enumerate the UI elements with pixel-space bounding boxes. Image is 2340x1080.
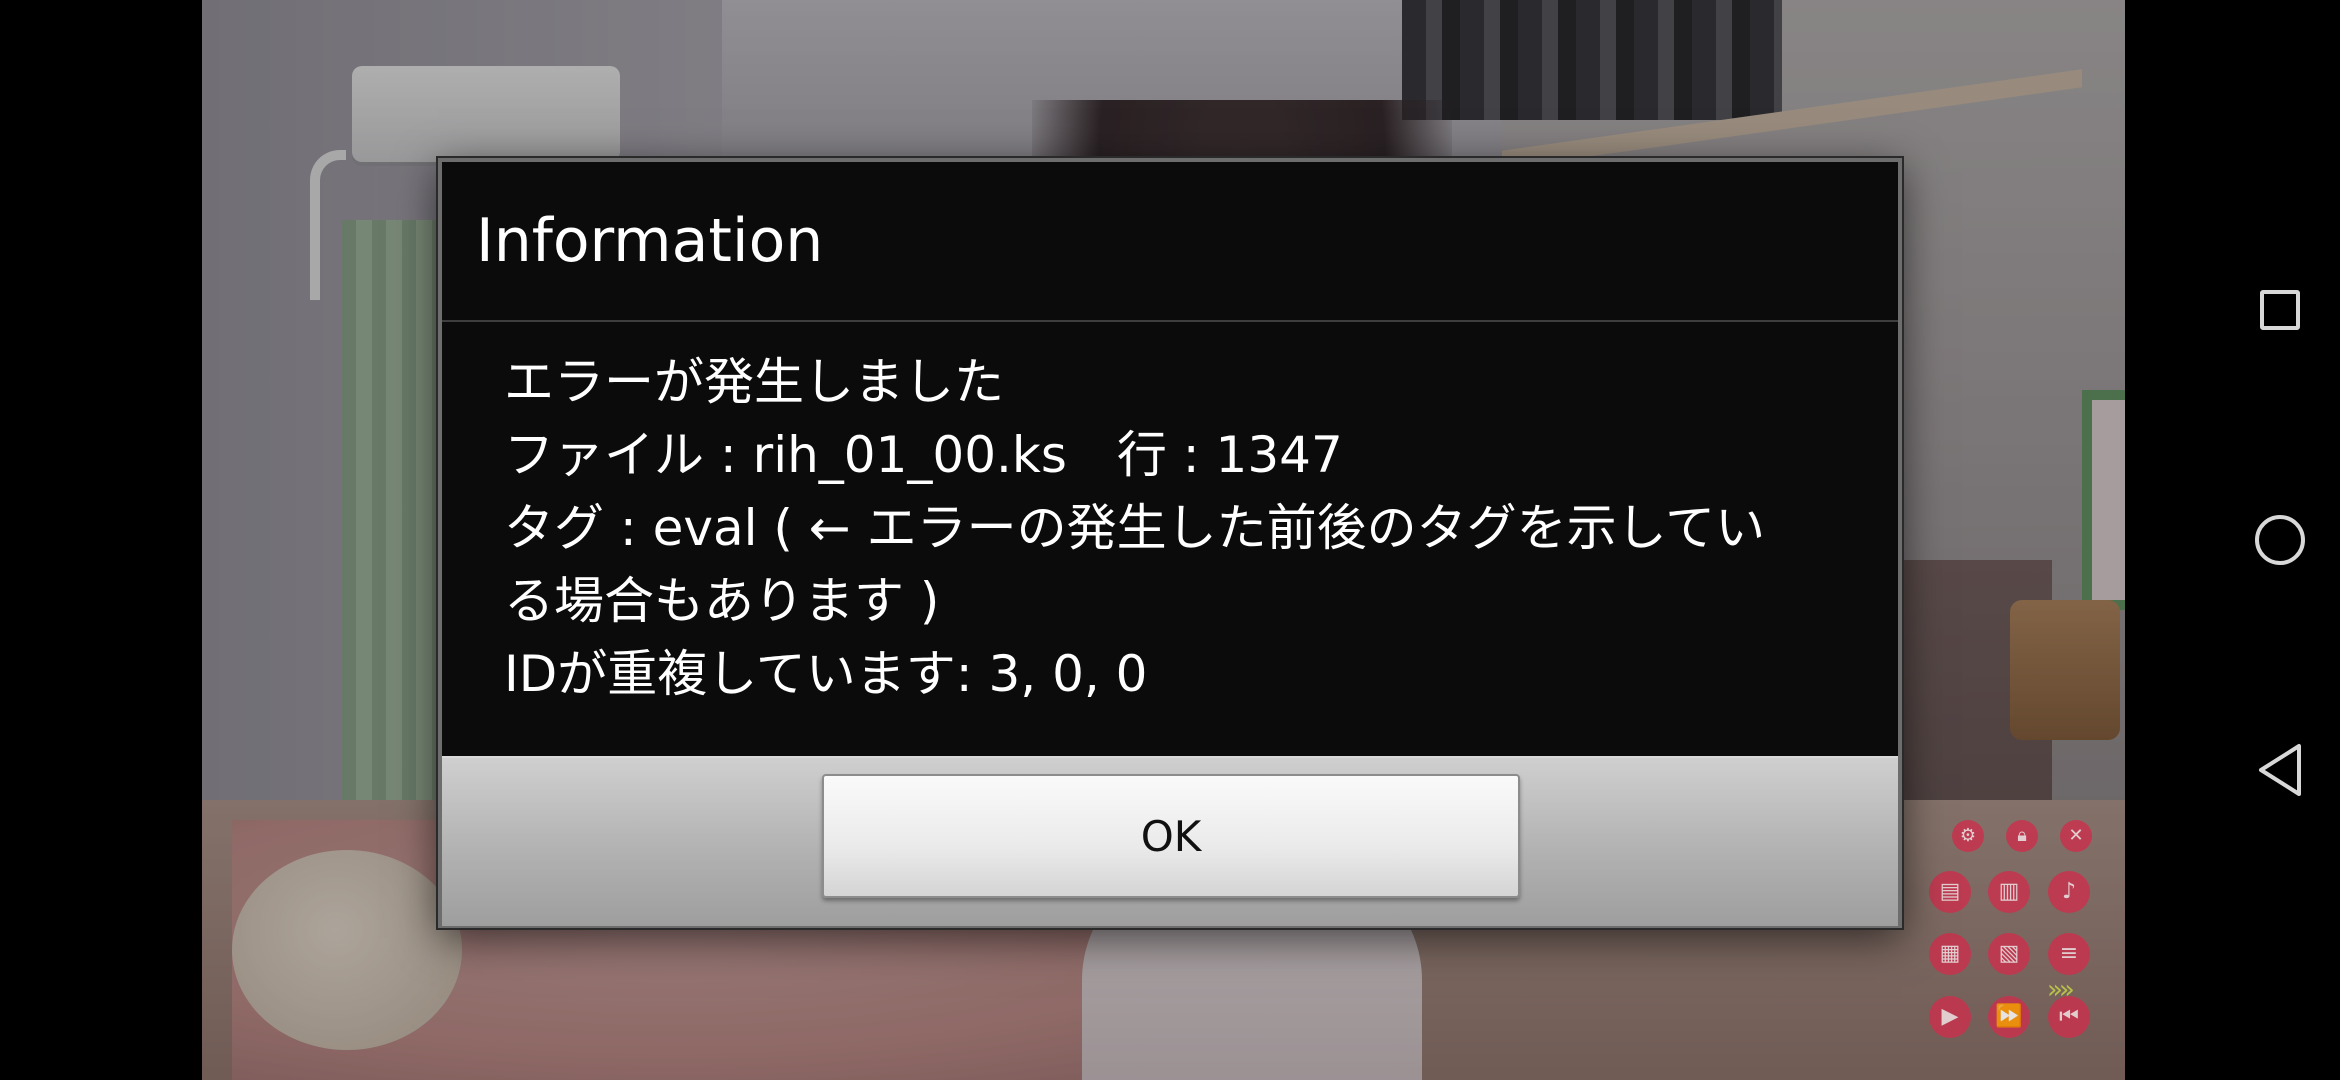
home-icon bbox=[2255, 515, 2305, 565]
skip-icon[interactable]: ⏩ bbox=[1988, 996, 2030, 1038]
error-dialog: Information エラーが発生しました ファイル : rih_01_00.… bbox=[438, 158, 1902, 928]
save-icon[interactable]: ▤ bbox=[1929, 871, 1971, 913]
auto-icon[interactable]: ▶ bbox=[1929, 996, 1971, 1038]
load-icon[interactable]: ▥ bbox=[1988, 871, 2030, 913]
log-icon[interactable]: ≡ bbox=[2048, 933, 2090, 975]
dialog-button-bar: OK bbox=[442, 756, 1898, 926]
back-icon[interactable]: ⏮ bbox=[2048, 996, 2090, 1038]
dialog-message: エラーが発生しました ファイル : rih_01_00.ks 行 : 1347 … bbox=[504, 346, 1834, 711]
message-line: る場合もあります ) bbox=[504, 572, 940, 630]
nav-back-button[interactable] bbox=[2250, 740, 2310, 800]
quick-save-icon[interactable]: ▦ bbox=[1929, 933, 1971, 975]
message-line: エラーが発生しました bbox=[504, 353, 1004, 411]
quick-load-icon[interactable]: ▧ bbox=[1988, 933, 2030, 975]
close-icon[interactable]: ✕ bbox=[2060, 820, 2092, 852]
message-line: IDが重複しています: 3, 0, 0 bbox=[504, 645, 1148, 703]
lock-icon[interactable]: 🔒︎ bbox=[2006, 820, 2038, 852]
home-button[interactable] bbox=[2250, 510, 2310, 570]
message-line: タグ : eval ( ← エラーの発生した前後のタグを示してい bbox=[504, 499, 1766, 557]
screen: ⚙ 🔒︎ ✕ ▤ ▥ ♪ ▦ ▧ ≡ »» ▶ ⏩ ⏮ Information … bbox=[0, 0, 2340, 1080]
gear-icon[interactable]: ⚙ bbox=[1952, 820, 1984, 852]
dialog-title: Information bbox=[476, 206, 824, 276]
recents-icon bbox=[2260, 290, 2300, 330]
ok-button[interactable]: OK bbox=[822, 774, 1520, 898]
voice-icon[interactable]: ♪ bbox=[2048, 871, 2090, 913]
nav-back-icon bbox=[2259, 744, 2301, 796]
message-line: ファイル : rih_01_00.ks 行 : 1347 bbox=[504, 426, 1343, 484]
recents-button[interactable] bbox=[2250, 280, 2310, 340]
dialog-header: Information bbox=[442, 162, 1898, 322]
